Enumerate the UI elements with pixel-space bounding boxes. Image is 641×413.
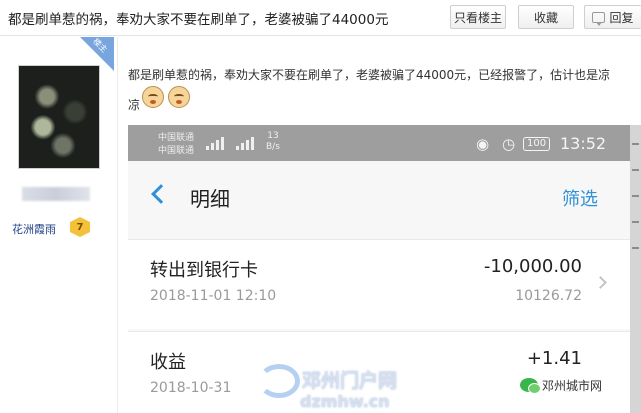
thread-title: 都是刷单惹的祸，奉劝大家不要在刷单了，老婆被骗了44000元: [8, 12, 389, 28]
carrier-label: 中国联通: [158, 146, 195, 156]
transaction-row[interactable]: 转出到银行卡 2018-11-01 12:10 -10,000.00 10126…: [128, 239, 630, 329]
post-text-line-2: 凉: [128, 98, 141, 112]
username-link[interactable]: 花洲霞雨: [12, 221, 56, 237]
chevron-right-icon: [594, 276, 607, 289]
scroll-tick: [632, 169, 639, 171]
blurred-user-title: [22, 187, 90, 201]
watermark-site-name: 邓州门户网: [302, 370, 398, 392]
network-speed-value: 13: [267, 131, 279, 141]
phone-nav-bar: 明细 筛选: [128, 161, 630, 239]
thread-header: 都是刷单惹的祸，奉劝大家不要在刷单了，老婆被骗了44000元 只看楼主 收藏 回…: [0, 0, 641, 36]
user-info-column: 楼主 花洲霞雨 7: [0, 37, 118, 413]
wechat-watermark: 邓州城市网: [516, 374, 626, 396]
avatar[interactable]: [18, 65, 100, 169]
carrier-label: 中国联通: [158, 133, 195, 143]
site-logo-icon: [258, 364, 300, 398]
reply-button-label: 回复: [609, 10, 634, 25]
scroll-tick: [632, 195, 639, 197]
transaction-amount: -10,000.00: [483, 256, 582, 277]
scroll-tick: [632, 247, 639, 249]
network-speed: 13 B/s: [266, 131, 280, 153]
alarm-icon: ◷: [502, 135, 516, 153]
transaction-name: 转出到银行卡: [150, 260, 258, 281]
battery-icon: 100: [523, 137, 551, 151]
side-scroll-strip[interactable]: [630, 125, 641, 413]
phone-status-bar: 中国联通 中国联通 13 B/s ◉ ◷ 100 13:52: [128, 125, 630, 161]
transaction-balance: 10126.72: [515, 288, 582, 304]
transaction-name: 收益: [150, 352, 186, 373]
transaction-time: 2018-11-01 12:10: [150, 288, 277, 304]
reply-button[interactable]: 回复: [584, 5, 641, 29]
wechat-icon: [520, 378, 541, 394]
user-level-badge: 7: [70, 217, 90, 237]
scroll-tick: [632, 221, 639, 223]
crying-emoji-icon: [142, 86, 164, 108]
transaction-amount: +1.41: [526, 348, 582, 369]
back-arrow-icon[interactable]: [151, 184, 171, 204]
crying-emoji-icon: [168, 86, 190, 108]
filter-button[interactable]: 筛选: [562, 185, 598, 211]
author-only-button[interactable]: 只看楼主: [450, 5, 506, 29]
signal-icon: [236, 136, 254, 150]
signal-icon: [206, 136, 224, 150]
scroll-tick: [632, 143, 639, 145]
transaction-time: 2018-10-31: [150, 380, 232, 396]
watermark-site-url: dzmhw.cn: [300, 392, 390, 411]
post-text-line-1: 都是刷单惹的祸，奉劝大家不要在刷单了，老婆被骗了44000元，已经报警了，估计也…: [128, 68, 611, 82]
page-title: 明细: [190, 187, 230, 211]
reply-icon: [592, 11, 606, 26]
favorite-button[interactable]: 收藏: [518, 5, 574, 29]
network-speed-unit: B/s: [266, 142, 280, 152]
eye-icon: ◉: [476, 135, 490, 153]
wechat-account-name: 邓州城市网: [542, 378, 603, 393]
status-time: 13:52: [560, 134, 607, 153]
